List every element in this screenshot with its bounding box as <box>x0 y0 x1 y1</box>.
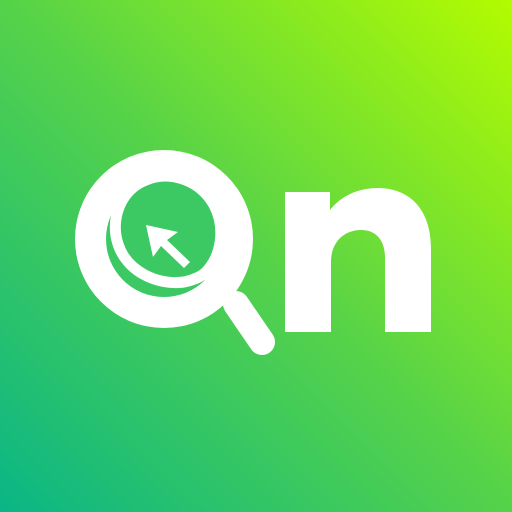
app-icon <box>0 0 512 512</box>
letter-n <box>285 188 431 332</box>
on-logo <box>75 150 431 355</box>
magnifier-handle <box>223 291 275 355</box>
